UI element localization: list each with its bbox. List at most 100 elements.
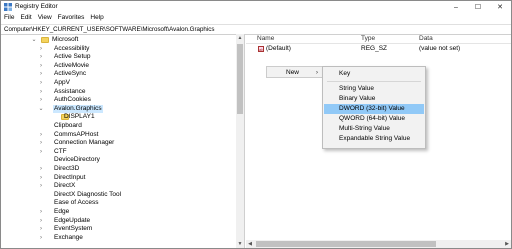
- chevron-right-icon[interactable]: ›: [38, 88, 44, 96]
- menu-item-binary-value[interactable]: Binary Value: [324, 94, 424, 104]
- scroll-left-arrow-icon[interactable]: ◀: [246, 240, 254, 248]
- menu-item-dword-value[interactable]: DWORD (32-bit) Value: [324, 104, 424, 114]
- chevron-right-icon[interactable]: ›: [38, 139, 44, 147]
- new-submenu: Key String Value Binary Value DWORD (32-…: [322, 66, 426, 149]
- menu-item-string-value[interactable]: String Value: [324, 84, 424, 94]
- chevron-right-icon[interactable]: ›: [38, 45, 44, 53]
- tree-item[interactable]: › DirectX: [1, 182, 236, 190]
- chevron-right-icon[interactable]: ›: [38, 131, 44, 139]
- tree-item[interactable]: Clipboard: [1, 122, 236, 130]
- column-data-header[interactable]: Data: [419, 35, 433, 42]
- tree-item[interactable]: › ActiveMovie: [1, 62, 236, 70]
- chevron-right-icon[interactable]: ›: [38, 182, 44, 190]
- tree-item-label: ActiveMovie: [54, 61, 90, 69]
- tree-item-label: Ease of Access: [54, 199, 99, 207]
- menu-bar: File Edit View Favorites Help: [1, 13, 511, 23]
- tree-item-label: Microsoft: [52, 36, 79, 43]
- tree-item-label: Connection Manager: [54, 139, 115, 147]
- registry-editor-icon: [4, 3, 12, 11]
- tree-item-label: DeviceDirectory: [54, 156, 100, 164]
- menu-item-multi-string-value[interactable]: Multi-String Value: [324, 124, 424, 134]
- tree-item-label: Assistance: [54, 87, 86, 95]
- tree-item[interactable]: › EventSystem: [1, 225, 236, 233]
- string-value-icon: ab: [258, 46, 264, 52]
- menu-file[interactable]: File: [4, 13, 14, 23]
- tree-item-label: ActiveSync: [54, 70, 87, 78]
- menu-separator: [327, 81, 421, 82]
- tree-item[interactable]: › EdgeUpdate: [1, 217, 236, 225]
- tree-item-label: Accessibility: [54, 44, 90, 52]
- tree-item[interactable]: › CommsAPHost: [1, 131, 236, 139]
- menu-favorites[interactable]: Favorites: [58, 13, 85, 23]
- context-menu-new[interactable]: New ›: [266, 66, 324, 78]
- chevron-right-icon[interactable]: ›: [38, 234, 44, 242]
- tree-item-label: DISPLAY1: [64, 113, 95, 121]
- menu-item-key[interactable]: Key: [324, 69, 424, 79]
- tree-vertical-scrollbar[interactable]: ▲ ▼: [236, 34, 244, 248]
- chevron-right-icon[interactable]: ›: [38, 79, 44, 87]
- tree-item[interactable]: ⌄ Avalon.Graphics: [1, 104, 236, 113]
- value-data: (value not set): [419, 45, 461, 52]
- chevron-right-icon[interactable]: ›: [38, 53, 44, 61]
- scroll-thumb[interactable]: [237, 44, 243, 114]
- tree-item-label: Active Setup: [54, 53, 91, 61]
- value-row[interactable]: ab (Default) REG_SZ (value not set): [246, 45, 511, 53]
- column-name-header[interactable]: Name: [257, 35, 274, 42]
- registry-tree: ⌄ Microsoft › Accessibility › Active Setup › Ac…: [1, 34, 245, 248]
- scroll-up-arrow-icon[interactable]: ▲: [236, 34, 244, 42]
- menu-item-qword-value[interactable]: QWORD (64-bit) Value: [324, 114, 424, 124]
- tree-item-label: EdgeUpdate: [54, 216, 91, 224]
- list-horizontal-scrollbar[interactable]: ◀ ▶: [246, 240, 511, 248]
- tree-item[interactable]: › Active Setup: [1, 53, 236, 61]
- tree-item[interactable]: ⌄ Microsoft: [1, 36, 236, 44]
- column-type-header[interactable]: Type: [361, 35, 375, 42]
- minimize-button[interactable]: –: [445, 1, 467, 13]
- chevron-right-icon[interactable]: ›: [38, 217, 44, 225]
- chevron-down-icon[interactable]: ⌄: [38, 105, 44, 113]
- tree-item[interactable]: › AppV: [1, 79, 236, 87]
- tree-item-label: DirectX: [54, 182, 76, 190]
- tree-item[interactable]: DISPLAY1: [1, 113, 236, 121]
- tree-item-label: AuthCookies: [54, 96, 91, 104]
- tree-item[interactable]: DirectX Diagnostic Tool: [1, 191, 236, 199]
- tree-item[interactable]: › ActiveSync: [1, 70, 236, 78]
- folder-icon: [41, 37, 49, 43]
- tree-item[interactable]: › Direct3D: [1, 165, 236, 173]
- menu-help[interactable]: Help: [90, 13, 103, 23]
- address-path[interactable]: Computer\HKEY_CURRENT_USER\SOFTWARE\Micr…: [4, 26, 214, 33]
- menu-edit[interactable]: Edit: [20, 13, 31, 23]
- close-button[interactable]: ✕: [489, 1, 511, 13]
- menu-item-expandable-string-value[interactable]: Expandable String Value: [324, 134, 424, 144]
- tree-item[interactable]: › Accessibility: [1, 45, 236, 53]
- tree-item[interactable]: › Edge: [1, 208, 236, 216]
- tree-item[interactable]: › Assistance: [1, 88, 236, 96]
- tree-item[interactable]: Ease of Access: [1, 199, 236, 207]
- chevron-right-icon[interactable]: ›: [38, 174, 44, 182]
- tree-item-label: EventSystem: [54, 225, 93, 233]
- chevron-right-icon[interactable]: ›: [38, 148, 44, 156]
- tree-item[interactable]: › Connection Manager: [1, 139, 236, 147]
- tree-item[interactable]: DeviceDirectory: [1, 156, 236, 164]
- window-controls: – ☐ ✕: [445, 1, 511, 13]
- chevron-down-icon[interactable]: ⌄: [31, 36, 37, 44]
- maximize-button[interactable]: ☐: [467, 1, 489, 13]
- tree-item-label: AppV: [54, 79, 70, 86]
- tree-item-label: Avalon.Graphics: [53, 104, 103, 113]
- chevron-right-icon[interactable]: ›: [38, 208, 44, 216]
- scroll-down-arrow-icon[interactable]: ▼: [236, 240, 244, 248]
- scroll-right-arrow-icon[interactable]: ▶: [503, 240, 511, 248]
- chevron-right-icon[interactable]: ›: [38, 225, 44, 233]
- menu-view[interactable]: View: [38, 13, 52, 23]
- tree-item[interactable]: › DirectInput: [1, 174, 236, 182]
- tree-item-label: DirectX Diagnostic Tool: [54, 190, 122, 198]
- tree-item[interactable]: › CTF: [1, 148, 236, 156]
- chevron-right-icon[interactable]: ›: [38, 70, 44, 78]
- horizontal-scroll-thumb[interactable]: [256, 241, 436, 247]
- chevron-right-icon[interactable]: ›: [38, 62, 44, 70]
- tree-item[interactable]: › AuthCookies: [1, 96, 236, 104]
- chevron-right-icon[interactable]: ›: [38, 165, 44, 173]
- list-header: Name Type Data: [246, 34, 511, 44]
- chevron-right-icon[interactable]: ›: [38, 96, 44, 104]
- tree-item-label: Clipboard: [54, 122, 82, 129]
- tree-item[interactable]: › Exchange: [1, 234, 236, 242]
